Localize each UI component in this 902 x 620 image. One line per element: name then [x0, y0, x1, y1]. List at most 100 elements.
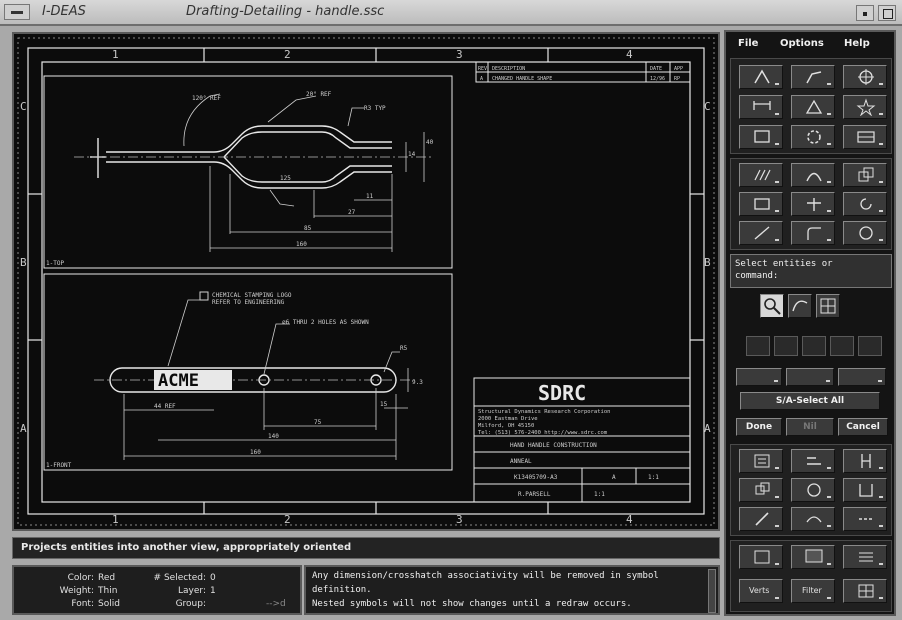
chain-tool-icon[interactable]: [843, 507, 887, 531]
filter-circle-icon[interactable]: [802, 336, 826, 356]
group-label: Group:: [175, 599, 206, 609]
note-tool-icon[interactable]: [739, 449, 783, 473]
zone-row-b-left: B: [20, 256, 27, 269]
filter-slot-icon[interactable]: [830, 336, 854, 356]
rev-row-date: 12/96: [650, 76, 665, 82]
company-line-2: 2000 Eastman Drive: [478, 416, 538, 422]
select-magnifier-icon[interactable]: [760, 294, 784, 318]
message-list[interactable]: Any dimension/crosshatch associativity w…: [304, 565, 720, 615]
tool-group-modify: [730, 158, 892, 250]
symbol-tool-icon[interactable]: [739, 478, 783, 502]
top-dim-radius: R3 TYP: [364, 105, 386, 112]
graphics-window[interactable]: 1 2 3 4 1 2 3 4 C B A C B A REV DESCRIPT…: [12, 32, 720, 531]
window-title: Drafting-Detailing - handle.ssc: [186, 4, 385, 19]
zone-col-3-top: 3: [456, 48, 463, 61]
verts-button[interactable]: Verts: [739, 579, 783, 603]
pen-tool-icon[interactable]: [739, 507, 783, 531]
select-curve-icon[interactable]: [788, 294, 812, 318]
zone-row-c-right: C: [704, 100, 711, 113]
line-tool-icon[interactable]: [739, 221, 783, 245]
zoom-tool-icon[interactable]: [843, 545, 887, 569]
lineweight-dropdown[interactable]: [838, 368, 886, 386]
view-tool-icon[interactable]: [739, 125, 783, 149]
rotate-tool-icon[interactable]: [843, 192, 887, 216]
zone-col-4-bottom: 4: [626, 513, 633, 526]
front-dim-75: 75: [314, 419, 322, 426]
gear-tool-icon[interactable]: [791, 125, 835, 149]
top-dim-160: 160: [296, 241, 307, 248]
star-tool-icon[interactable]: [843, 95, 887, 119]
cancel-button[interactable]: Cancel: [838, 418, 888, 436]
dimension-tool-icon[interactable]: [739, 95, 783, 119]
fillet-tool-icon[interactable]: [791, 221, 835, 245]
table-tool-icon[interactable]: [843, 125, 887, 149]
top-dim-40: 40: [426, 139, 434, 146]
nil-button[interactable]: Nil: [786, 418, 834, 436]
menu-help[interactable]: Help: [844, 38, 870, 49]
sketch-tool-icon[interactable]: [739, 65, 783, 89]
layer-label: Layer:: [178, 586, 206, 596]
redraw-tool-icon[interactable]: [739, 545, 783, 569]
filter-spline-icon[interactable]: [858, 336, 882, 356]
hatch-tool-icon[interactable]: [739, 163, 783, 187]
copy-tool-icon[interactable]: [843, 163, 887, 187]
linestyle-dropdown[interactable]: [786, 368, 834, 386]
command-prompt-text: Select entities or command:: [735, 259, 833, 281]
select-grid-icon[interactable]: [816, 294, 840, 318]
rev-header-desc: DESCRIPTION: [492, 66, 525, 72]
note-chemical-stamping: CHEMICAL STAMPING LOGO: [212, 292, 292, 299]
command-prompt-box[interactable]: Select entities or command:: [730, 254, 892, 288]
app-name: I-DEAS: [42, 4, 86, 19]
zone-row-c-left: C: [20, 100, 27, 113]
zone-ticks: [28, 48, 704, 514]
attribute-status-panel: Color: Red Weight: Thin Font: Solid # Se…: [12, 565, 302, 615]
label-tool-icon[interactable]: [791, 449, 835, 473]
top-dim-85: 85: [304, 225, 312, 232]
selected-label: # Selected:: [153, 573, 206, 583]
title-bar: I-DEAS Drafting-Detailing - handle.ssc: [0, 0, 902, 26]
filter-point-icon[interactable]: [746, 336, 770, 356]
rectangle-tool-icon[interactable]: [739, 192, 783, 216]
filter-button[interactable]: Filter: [791, 579, 835, 603]
minimize-button[interactable]: [856, 5, 874, 21]
front-dim-9-3: 9.3: [412, 379, 423, 386]
tool-group-display: Verts Filter: [730, 540, 892, 612]
title-block-material: ANNEAL: [510, 458, 532, 465]
datum-tool-icon[interactable]: [843, 478, 887, 502]
crosshair-tool-icon[interactable]: [843, 65, 887, 89]
arc-tool-icon[interactable]: [791, 163, 835, 187]
polyline-tool-icon[interactable]: [791, 65, 835, 89]
font-label: Font:: [71, 599, 94, 609]
select-all-button[interactable]: S/A-Select All: [740, 392, 880, 410]
rev-header-date: DATE: [650, 66, 662, 72]
maximize-button[interactable]: [878, 5, 896, 21]
i-deas-window: I-DEAS Drafting-Detailing - handle.ssc 1…: [0, 0, 902, 620]
circle-tool-icon[interactable]: [843, 221, 887, 245]
icon-panel: File Options Help Select entities or com…: [724, 30, 896, 616]
done-button[interactable]: Done: [736, 418, 782, 436]
workplane-tool-icon[interactable]: [843, 579, 887, 603]
verts-label: Verts: [749, 586, 770, 595]
color-dropdown[interactable]: [736, 368, 782, 386]
menu-options[interactable]: Options: [780, 38, 824, 49]
window-menu-button[interactable]: [4, 4, 30, 20]
title-block-size: A: [612, 474, 616, 481]
zone-col-2-bottom: 2: [284, 513, 291, 526]
title-block-scale: 1:1: [648, 474, 659, 481]
message-scrollbar[interactable]: [708, 569, 716, 613]
dim-vertical-tool-icon[interactable]: [843, 449, 887, 473]
balloon-tool-icon[interactable]: [791, 478, 835, 502]
selected-value: 0: [210, 573, 216, 583]
display-tool-icon[interactable]: [791, 545, 835, 569]
zone-col-4-top: 4: [626, 48, 633, 61]
menu-file[interactable]: File: [738, 38, 758, 49]
arc-dim-tool-icon[interactable]: [791, 507, 835, 531]
company-line-3: Milford, OH 45150: [478, 423, 534, 429]
triangle-tool-icon[interactable]: [791, 95, 835, 119]
trim-tool-icon[interactable]: [791, 192, 835, 216]
drawing-sheet: 1 2 3 4 1 2 3 4 C B A C B A REV DESCRIPT…: [17, 37, 715, 526]
filter-line-icon[interactable]: [774, 336, 798, 356]
zone-row-a-left: A: [20, 422, 27, 435]
title-block-sheet: 1:1: [594, 491, 605, 498]
message-line: Nested symbols will not show changes unt…: [312, 599, 632, 609]
